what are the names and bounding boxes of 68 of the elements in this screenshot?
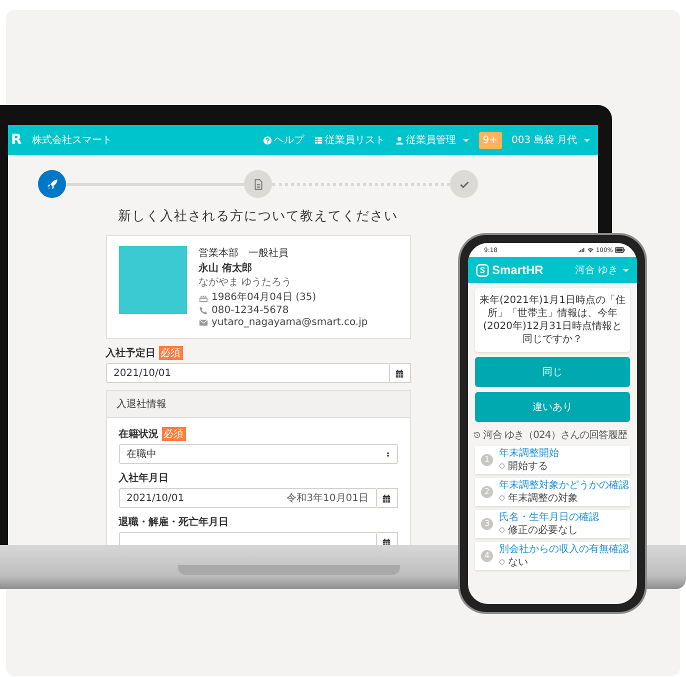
era-date: 令和3年10月01日 (286, 492, 368, 505)
field-label: 在籍状況 (118, 428, 158, 441)
employee-kana: ながやま ゆうたろう (198, 276, 293, 289)
brand-name: SmartHR (492, 263, 544, 277)
user-menu[interactable]: 003 島袋 月代 (512, 133, 590, 147)
step-number: 3 (481, 518, 493, 530)
answer-button[interactable]: 同じ (475, 357, 630, 387)
answer-text: 年末調整の対象 (508, 492, 578, 504)
step-number: 1 (481, 454, 493, 466)
section-title: 入退社情報 (106, 391, 410, 418)
list-icon (314, 136, 323, 144)
logo-icon (476, 264, 489, 276)
history-link[interactable]: 年末調整開始 (499, 448, 559, 460)
caret-icon (462, 138, 469, 142)
nav-link[interactable]: ヘルプ (262, 133, 304, 147)
caret-icon (584, 138, 590, 142)
calendar-icon (382, 494, 391, 502)
calendar-button[interactable] (376, 488, 398, 508)
profile-detail: yutaro_nagayama@smart.co.jp (212, 317, 368, 328)
field-label: 入社予定日 (106, 346, 156, 360)
answer-dot-icon (499, 463, 505, 470)
photo-placeholder (118, 246, 186, 314)
answer-dot-icon (499, 527, 505, 534)
employee-name: 永山 侑太郎 (198, 261, 253, 275)
wifi-icon (586, 247, 594, 253)
profile-detail: 080-1234-5678 (212, 305, 289, 316)
nav-link[interactable]: 従業員リスト (314, 133, 385, 147)
sort-arrows-icon (386, 450, 390, 458)
company-name: 株式会社スマート (32, 134, 112, 147)
signal-icon (578, 247, 585, 253)
user-icon (394, 136, 404, 144)
answer-dot-icon (499, 559, 505, 566)
phone-icon (198, 306, 208, 315)
mail-icon (198, 318, 208, 327)
page-heading: 新しく入社される方について教えてください (117, 208, 399, 225)
calendar-icon (382, 538, 391, 545)
answer-text: 開始する (508, 460, 548, 472)
battery-icon (615, 247, 625, 253)
history-icon (473, 431, 481, 439)
answer-text: 修正の必要なし (508, 524, 578, 536)
date-field[interactable]: 2021/10/01 令和3年10月01日 (118, 488, 376, 508)
profile-detail: 1986年04月04日 (35) (212, 291, 316, 304)
answer-text: ない (508, 556, 528, 568)
required-tag: 必須 (158, 346, 182, 360)
step-number: 4 (481, 550, 493, 562)
question-text: 来年(2021年)1月1日時点の「住所」「世帯主」情報は、今年(2020年)12月31日時点情報と同じですか？ (479, 294, 626, 346)
logo[interactable]: R (8, 132, 22, 148)
calendar-icon (395, 368, 404, 378)
history-link[interactable]: 氏名・生年月日の確認 (499, 512, 599, 524)
help-icon (262, 136, 272, 144)
history-link[interactable]: 年末調整対象かどうかの確認 (499, 480, 629, 492)
field-label: 退職・解雇・死亡年月日 (118, 515, 228, 529)
caret-icon (623, 268, 629, 272)
answer-dot-icon (499, 495, 505, 502)
date-field[interactable]: 2021/10/01 (106, 363, 390, 383)
select-field[interactable]: 在職中 (118, 444, 398, 464)
nav-link[interactable]: 従業員管理 (394, 133, 469, 147)
answer-button[interactable]: 違いあり (475, 392, 630, 422)
history-link[interactable]: 別会社からの収入の有無確認 (499, 544, 629, 556)
field-label: 入社年月日 (118, 472, 168, 485)
history-heading: 河合 ゆき（024）さんの回答履歴 (483, 429, 627, 442)
department-text: 営業本部 一般社員 (198, 246, 290, 260)
rocket-icon (46, 178, 58, 190)
required-tag: 必須 (162, 427, 186, 441)
user-menu[interactable]: 河合 ゆき (574, 263, 629, 277)
calendar-button[interactable] (390, 363, 410, 383)
cake-icon (198, 292, 208, 302)
step-number: 2 (481, 486, 493, 498)
